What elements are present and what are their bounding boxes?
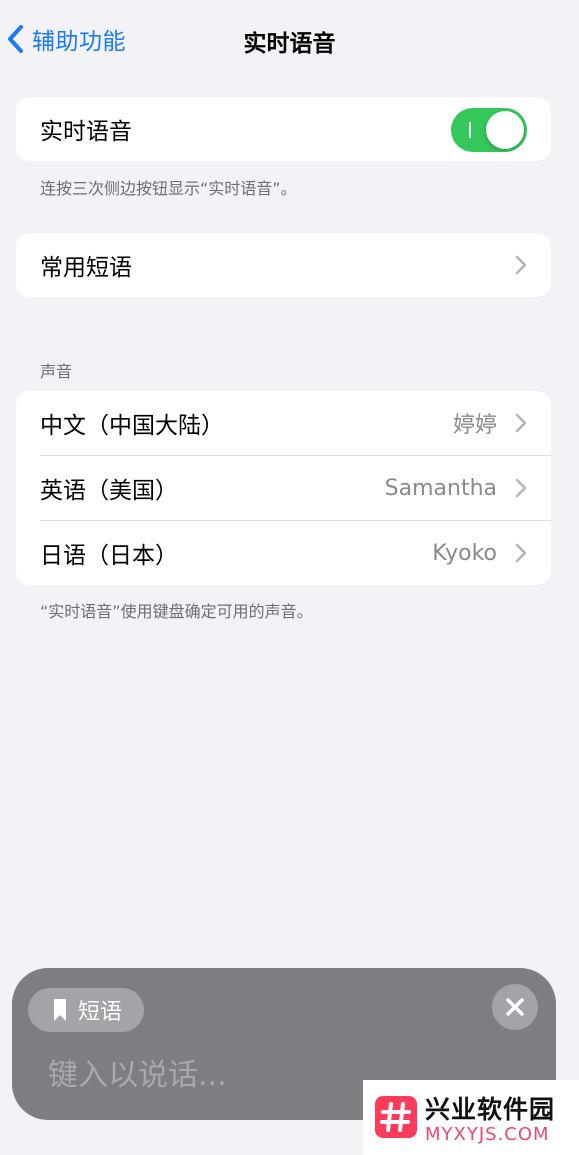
- chevron-right-icon: [515, 543, 527, 563]
- navigation-bar: 辅助功能 实时语音: [0, 0, 579, 78]
- favorite-phrases-row[interactable]: 常用短语: [16, 233, 551, 297]
- voices-group: 中文（中国大陆） 婷婷 英语（美国） Samantha 日语（日本） Kyoko: [16, 391, 551, 585]
- watermark-subtitle: MYXYJS.COM: [425, 1124, 550, 1145]
- close-icon: [506, 998, 524, 1016]
- phrases-chip-button[interactable]: 短语: [28, 988, 145, 1032]
- toggle-on-indicator: [469, 122, 471, 138]
- live-speech-toggle-group: 实时语音: [16, 97, 551, 161]
- voice-row-japanese[interactable]: 日语（日本） Kyoko: [16, 521, 551, 585]
- phrases-chip-label: 短语: [78, 1000, 123, 1025]
- voice-row-chinese[interactable]: 中文（中国大陆） 婷婷: [16, 391, 551, 455]
- chevron-right-icon: [515, 478, 527, 498]
- voices-footnote: “实时语音”使用键盘确定可用的声音。: [40, 602, 313, 621]
- favorite-phrases-label: 常用短语: [40, 255, 132, 281]
- watermark-title: 兴业软件园: [425, 1095, 556, 1124]
- voice-name-value: Kyoko: [432, 540, 497, 566]
- live-speech-toggle-row: 实时语音: [16, 97, 551, 161]
- hash-logo-icon: [375, 1096, 417, 1138]
- chevron-right-icon: [515, 413, 527, 433]
- bookmark-icon: [54, 999, 66, 1021]
- close-panel-button[interactable]: [492, 984, 538, 1030]
- page-title: 实时语音: [243, 31, 336, 57]
- live-speech-toggle[interactable]: [451, 108, 527, 152]
- toggle-knob: [486, 111, 524, 149]
- watermark: 兴业软件园 MYXYJS.COM: [363, 1080, 579, 1155]
- live-speech-toggle-label: 实时语音: [40, 119, 132, 145]
- voice-language-label: 中文（中国大陆）: [40, 413, 224, 439]
- chevron-right-icon: [515, 255, 527, 275]
- voice-language-label: 英语（美国）: [40, 478, 178, 504]
- phrases-group: 常用短语: [16, 233, 551, 297]
- voices-section-header: 声音: [40, 362, 73, 381]
- live-speech-footnote: 连按三次侧边按钮显示“实时语音”。: [40, 179, 297, 198]
- voice-name-value: 婷婷: [452, 413, 497, 438]
- voice-name-value: Samantha: [384, 475, 497, 501]
- voice-row-english[interactable]: 英语（美国） Samantha: [16, 456, 551, 520]
- voice-language-label: 日语（日本）: [40, 543, 178, 569]
